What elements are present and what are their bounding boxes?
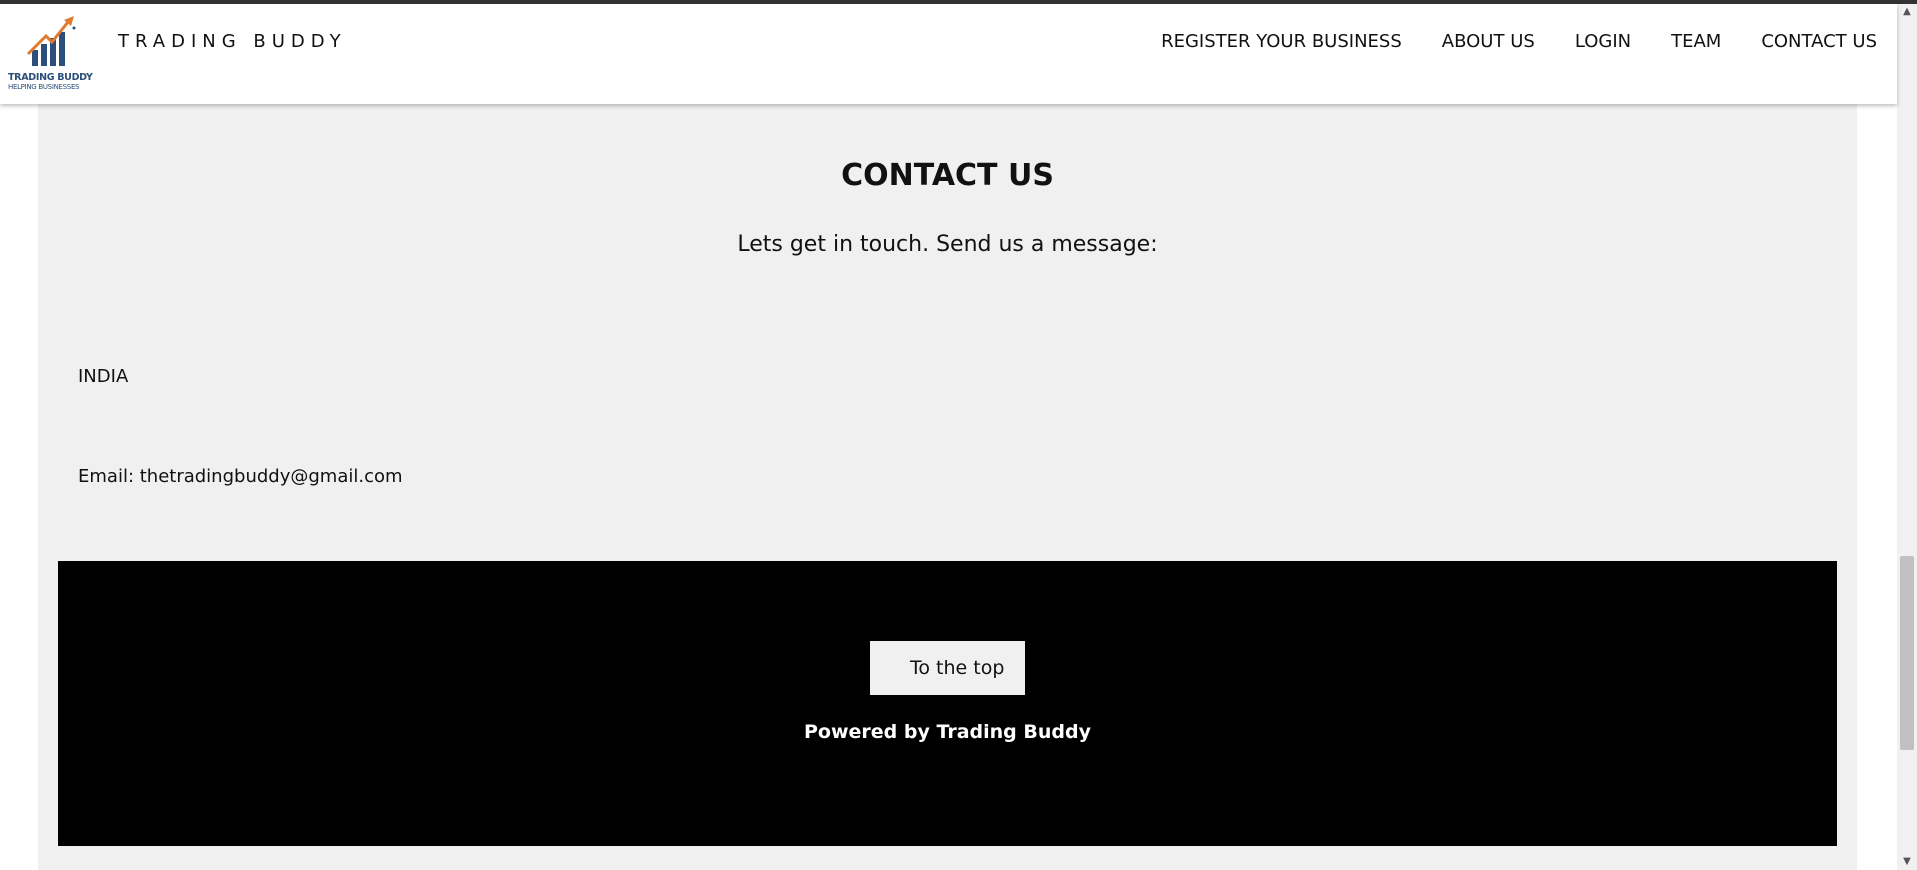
chevron-down-icon[interactable]: ▼ [1897,854,1917,870]
contact-email: Email: thetradingbuddy@gmail.com [78,466,403,487]
logo-tagline: HELPING BUSINESSES [8,83,80,91]
nav-contact-us[interactable]: CONTACT US [1761,31,1877,52]
main-nav: REGISTER YOUR BUSINESS ABOUT US LOGIN TE… [1161,31,1877,52]
chevron-up-icon[interactable]: ▲ [1897,4,1917,20]
nav-register-business[interactable]: REGISTER YOUR BUSINESS [1161,31,1402,52]
site-logo[interactable]: TRADING BUDDY HELPING BUSINESSES [6,14,93,94]
nav-login[interactable]: LOGIN [1575,31,1631,52]
page-scrollbar[interactable]: ▲ ▼ [1897,4,1917,870]
nav-about-us[interactable]: ABOUT US [1442,31,1535,52]
site-brand-name[interactable]: TRADING BUDDY [118,31,347,52]
to-the-top-button[interactable]: To the top [870,641,1025,695]
contact-title: CONTACT US [841,158,1054,193]
contact-subtitle: Lets get in touch. Send us a message: [737,232,1158,257]
logo-wordmark: TRADING BUDDY [8,72,93,83]
contact-country: INDIA [78,366,129,387]
bar-chart-arrow-icon [26,16,76,66]
site-footer: To the top Powered by Trading Buddy [58,561,1837,846]
site-header: TRADING BUDDY HELPING BUSINESSES TRADING… [0,4,1897,104]
scrollbar-thumb[interactable] [1900,556,1914,750]
nav-team[interactable]: TEAM [1671,31,1721,52]
powered-by-text: Powered by Trading Buddy [803,721,1091,743]
